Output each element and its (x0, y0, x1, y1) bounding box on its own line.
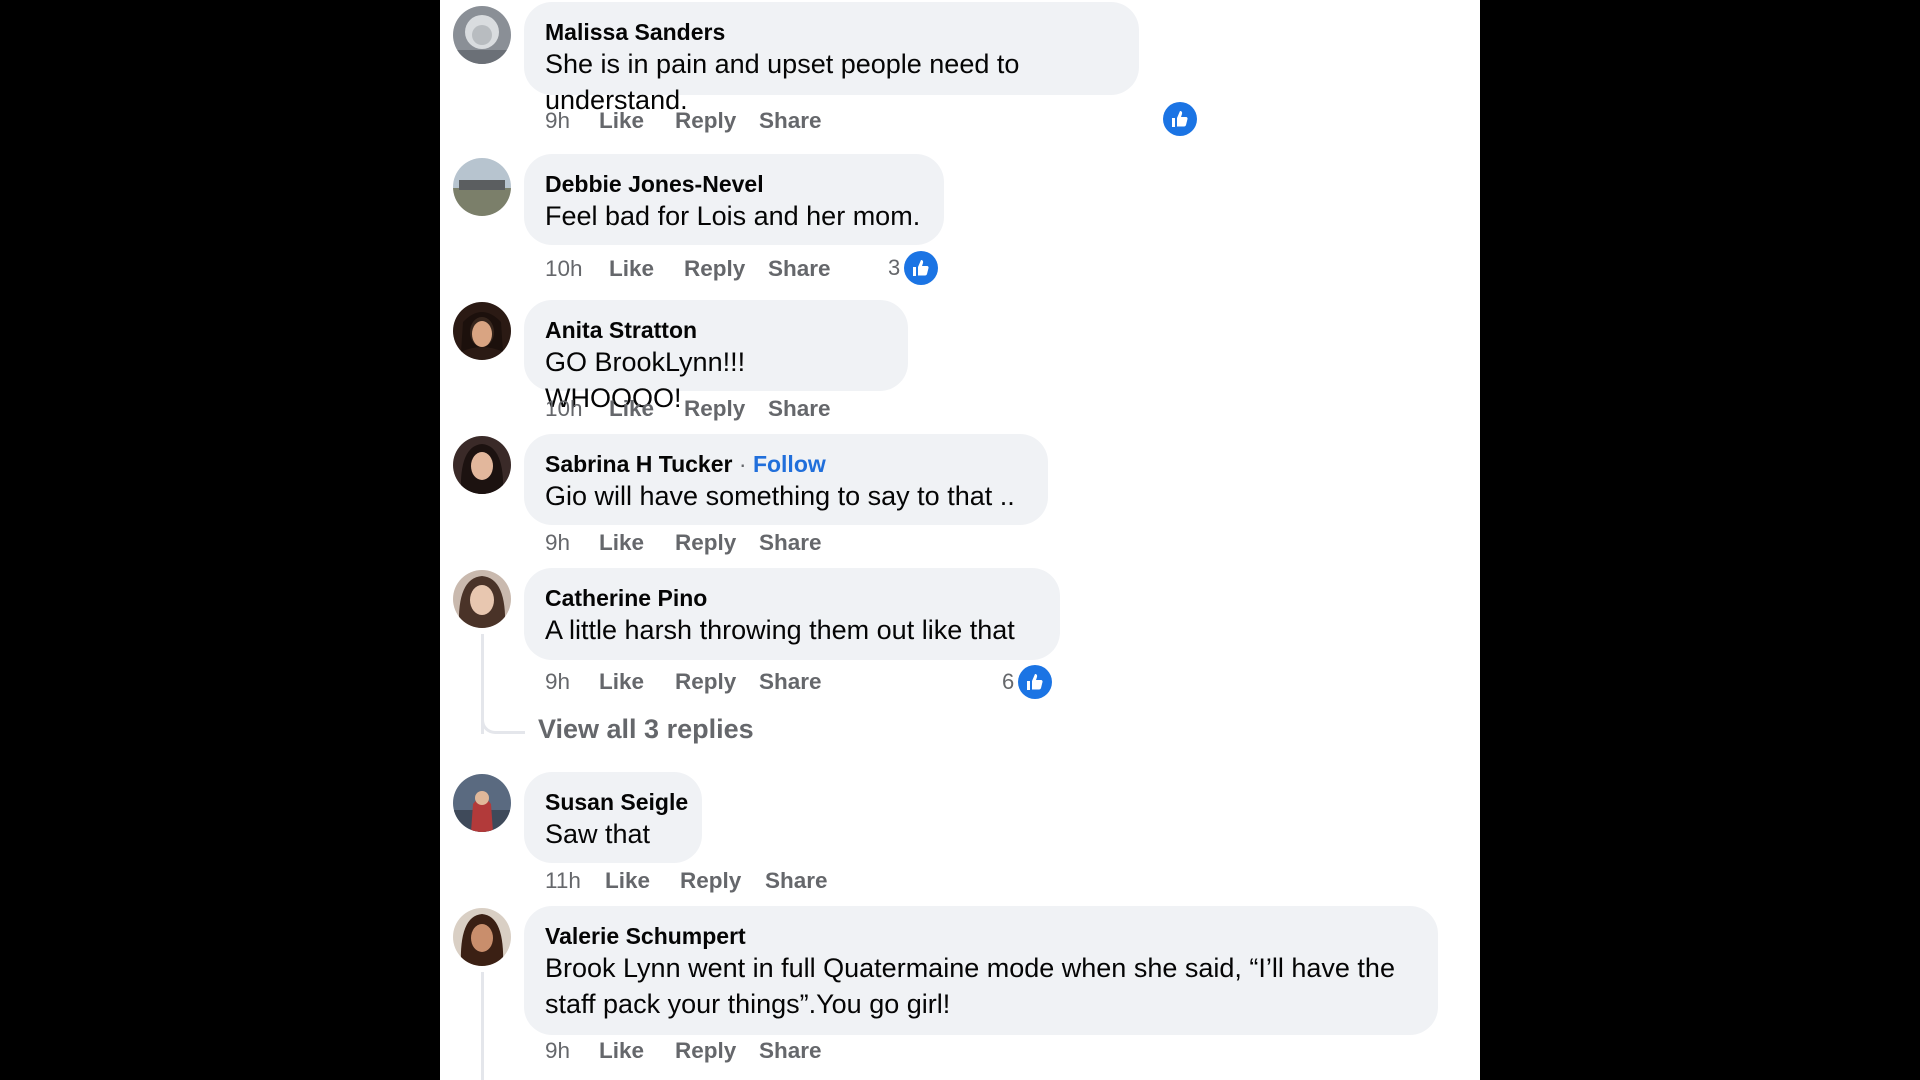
like-button[interactable]: Like (599, 106, 644, 136)
author-name[interactable]: Valerie Schumpert (545, 923, 746, 949)
avatar[interactable] (453, 908, 511, 966)
avatar[interactable] (453, 158, 511, 216)
like-button[interactable]: Like (609, 394, 654, 424)
share-button[interactable]: Share (768, 254, 831, 284)
timestamp[interactable]: 10h (545, 394, 583, 424)
like-button[interactable]: Like (609, 254, 654, 284)
reply-thread-line (481, 634, 484, 734)
like-button[interactable]: Like (599, 528, 644, 558)
reply-button[interactable]: Reply (675, 1036, 736, 1066)
share-button[interactable]: Share (759, 106, 822, 136)
reply-button[interactable]: Reply (684, 254, 745, 284)
comment-text: Gio will have something to say to that .… (545, 481, 1015, 511)
like-icon (1163, 102, 1197, 136)
comment-bubble: Malissa Sanders She is in pain and upset… (524, 2, 1139, 115)
reaction-count: 3 (888, 255, 901, 280)
comment-bubble: Catherine Pino A little harsh throwing t… (524, 568, 1060, 660)
reply-thread-connector (481, 720, 525, 734)
like-icon (904, 251, 939, 285)
comment-bubble: Debbie Jones-Nevel Feel bad for Lois and… (524, 154, 944, 245)
comment-text: Feel bad for Lois and her mom. (545, 201, 921, 231)
view-replies-link[interactable]: View all 3 replies (538, 714, 754, 745)
share-button[interactable]: Share (768, 394, 831, 424)
avatar[interactable] (453, 302, 511, 360)
comment-bubble: Sabrina H Tucker · Follow Gio will have … (524, 434, 1048, 525)
like-button[interactable]: Like (599, 667, 644, 697)
timestamp[interactable]: 10h (545, 254, 583, 284)
reaction-summary[interactable] (1163, 102, 1197, 136)
separator-dot: · (732, 451, 753, 477)
reaction-summary[interactable]: 6 (1002, 665, 1053, 699)
timestamp[interactable]: 9h (545, 528, 570, 558)
avatar[interactable] (453, 570, 511, 628)
share-button[interactable]: Share (765, 866, 828, 896)
timestamp[interactable]: 9h (545, 667, 570, 697)
timestamp[interactable]: 11h (545, 866, 581, 896)
author-name[interactable]: Susan Seigle (545, 789, 688, 815)
timestamp[interactable]: 9h (545, 1036, 570, 1066)
reply-button[interactable]: Reply (675, 528, 736, 558)
reply-thread-line (481, 972, 484, 1080)
reply-button[interactable]: Reply (675, 667, 736, 697)
reaction-summary[interactable]: 3 (888, 251, 939, 285)
comment-text: Saw that (545, 819, 651, 849)
author-name[interactable]: Debbie Jones-Nevel (545, 171, 764, 197)
author-name[interactable]: Anita Stratton (545, 317, 697, 343)
follow-button[interactable]: Follow (753, 451, 826, 477)
like-button[interactable]: Like (599, 1036, 644, 1066)
avatar[interactable] (453, 6, 511, 64)
author-name[interactable]: Catherine Pino (545, 585, 707, 611)
like-button[interactable]: Like (605, 866, 650, 896)
reaction-count: 6 (1002, 669, 1015, 694)
comment-bubble: Valerie Schumpert Brook Lynn went in ful… (524, 906, 1438, 1035)
author-name[interactable]: Sabrina H Tucker (545, 451, 732, 477)
comment-bubble: Susan Seigle Saw that (524, 772, 702, 863)
avatar[interactable] (453, 774, 511, 832)
avatar[interactable] (453, 436, 511, 494)
author-name[interactable]: Malissa Sanders (545, 19, 725, 45)
comments-panel: Malissa Sanders She is in pain and upset… (440, 0, 1480, 1080)
reply-button[interactable]: Reply (680, 866, 741, 896)
timestamp[interactable]: 9h (545, 106, 570, 136)
share-button[interactable]: Share (759, 1036, 822, 1066)
reply-button[interactable]: Reply (684, 394, 745, 424)
comment-bubble: Anita Stratton GO BrookLynn!!! WHOOOO! (524, 300, 908, 413)
share-button[interactable]: Share (759, 528, 822, 558)
like-icon (1018, 665, 1053, 699)
reply-button[interactable]: Reply (675, 106, 736, 136)
comment-text: Brook Lynn went in full Quatermaine mode… (545, 953, 1395, 1019)
comment-text: A little harsh throwing them out like th… (545, 615, 1015, 645)
share-button[interactable]: Share (759, 667, 822, 697)
